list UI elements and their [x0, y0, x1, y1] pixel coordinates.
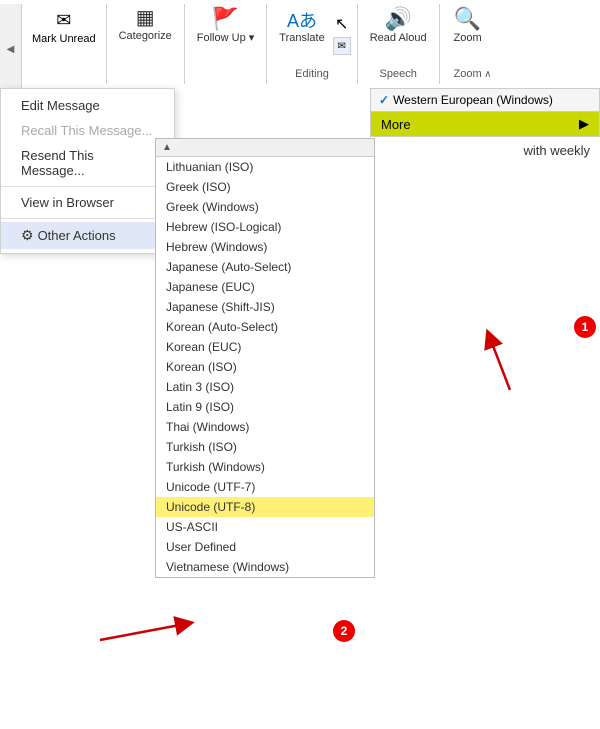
read-aloud-icon: 🔊 — [384, 8, 411, 30]
zoom-icon: 🔍 — [454, 8, 481, 30]
encoding-checkmark: ✓ — [379, 93, 389, 107]
lang-item-18[interactable]: US-ASCII — [156, 517, 374, 537]
speech-label: Speech — [358, 68, 439, 80]
lang-item-17[interactable]: Unicode (UTF-8) — [156, 497, 374, 517]
context-menu: Edit Message Recall This Message... Rese… — [0, 88, 175, 254]
lang-item-12[interactable]: Latin 9 (ISO) — [156, 397, 374, 417]
lang-item-5[interactable]: Japanese (Auto-Select) — [156, 257, 374, 277]
edit-message-item[interactable]: Edit Message — [1, 93, 174, 118]
lang-item-3[interactable]: Hebrew (ISO-Logical) — [156, 217, 374, 237]
categorize-button[interactable]: ▦ Categorize — [113, 4, 178, 47]
annotation-circle-1: 1 — [574, 316, 596, 338]
annotation-circle-2: 2 — [333, 620, 355, 642]
lang-item-14[interactable]: Turkish (ISO) — [156, 437, 374, 457]
editing-section: Aあ Translate ↖ ✉ Editing — [267, 4, 357, 84]
lang-item-15[interactable]: Turkish (Windows) — [156, 457, 374, 477]
follow-up-button[interactable]: 🚩 Follow Up ▾ — [191, 4, 260, 49]
translate-extra-icon: ✉ — [333, 37, 351, 55]
mark-unread-label: Mark Unread — [32, 33, 96, 46]
lang-scroll-up-icon: ▲ — [162, 142, 172, 153]
cursor-icon: ↖ — [335, 14, 348, 34]
lang-item-11[interactable]: Latin 3 (ISO) — [156, 377, 374, 397]
encoding-more-arrow: ▶ — [579, 116, 589, 132]
email-body-right: with weekly — [524, 143, 590, 158]
lang-item-1[interactable]: Greek (ISO) — [156, 177, 374, 197]
lang-item-0[interactable]: Lithuanian (ISO) — [156, 157, 374, 177]
collapse-icon: ◀ — [7, 44, 15, 55]
read-aloud-label: Read Aloud — [370, 32, 427, 45]
other-actions-label: Other Actions — [38, 228, 116, 243]
lang-item-7[interactable]: Japanese (Shift-JIS) — [156, 297, 374, 317]
editing-label: Editing — [267, 68, 356, 80]
encoding-selected-label: Western European (Windows) — [393, 93, 553, 107]
categorize-label: Categorize — [119, 30, 172, 43]
mark-unread-button[interactable]: ✉ Mark Unread — [28, 4, 100, 48]
mark-unread-section: ✉ Mark Unread — [22, 4, 107, 84]
other-actions-icon: ⚙ — [21, 227, 34, 244]
lang-item-8[interactable]: Korean (Auto-Select) — [156, 317, 374, 337]
read-aloud-button[interactable]: 🔊 Read Aloud — [364, 4, 433, 49]
encoding-panel: ✓ Western European (Windows) More ▶ — [370, 88, 600, 137]
other-actions-item[interactable]: ⚙ Other Actions — [1, 222, 174, 249]
view-browser-item[interactable]: View in Browser — [1, 190, 174, 215]
resend-message-item[interactable]: Resend This Message... — [1, 143, 174, 183]
zoom-label: Zoom — [454, 32, 482, 45]
language-dropdown: ▲ Lithuanian (ISO) Greek (ISO) Greek (Wi… — [155, 138, 375, 578]
translate-icon: Aあ — [287, 12, 317, 30]
ribbon-collapse: ◀ — [0, 4, 22, 94]
lang-dropdown-header: ▲ — [156, 139, 374, 157]
lang-item-6[interactable]: Japanese (EUC) — [156, 277, 374, 297]
context-menu-divider-2 — [1, 218, 174, 219]
context-menu-divider — [1, 186, 174, 187]
lang-item-9[interactable]: Korean (EUC) — [156, 337, 374, 357]
encoding-more-label: More — [381, 117, 411, 132]
lang-item-10[interactable]: Korean (ISO) — [156, 357, 374, 377]
lang-item-16[interactable]: Unicode (UTF-7) — [156, 477, 374, 497]
ribbon: ◀ ✉ Mark Unread ▦ Categorize 🚩 Follow Up… — [0, 0, 600, 90]
speech-section: 🔊 Read Aloud Speech — [358, 4, 440, 84]
follow-up-section: 🚩 Follow Up ▾ — [185, 4, 267, 84]
lang-item-2[interactable]: Greek (Windows) — [156, 197, 374, 217]
translate-label: Translate — [279, 32, 324, 45]
zoom-section: 🔍 Zoom Zoom ∧ — [440, 4, 496, 84]
recall-message-item: Recall This Message... — [1, 118, 174, 143]
zoom-button[interactable]: 🔍 Zoom — [446, 4, 490, 49]
lang-item-4[interactable]: Hebrew (Windows) — [156, 237, 374, 257]
lang-item-13[interactable]: Thai (Windows) — [156, 417, 374, 437]
follow-up-label: Follow Up ▾ — [197, 32, 254, 45]
encoding-selected-row: ✓ Western European (Windows) — [371, 89, 599, 112]
encoding-more-button[interactable]: More ▶ — [371, 112, 599, 136]
mark-unread-icon: ✉ — [56, 10, 71, 31]
lang-item-20[interactable]: Vietnamese (Windows) — [156, 557, 374, 577]
lang-item-19[interactable]: User Defined — [156, 537, 374, 557]
follow-up-icon: 🚩 — [212, 8, 239, 30]
categorize-section: ▦ Categorize — [107, 4, 185, 84]
expand-icon: ∧ — [484, 69, 491, 80]
translate-button[interactable]: Aあ Translate — [273, 8, 330, 49]
categorize-icon: ▦ — [136, 8, 155, 28]
